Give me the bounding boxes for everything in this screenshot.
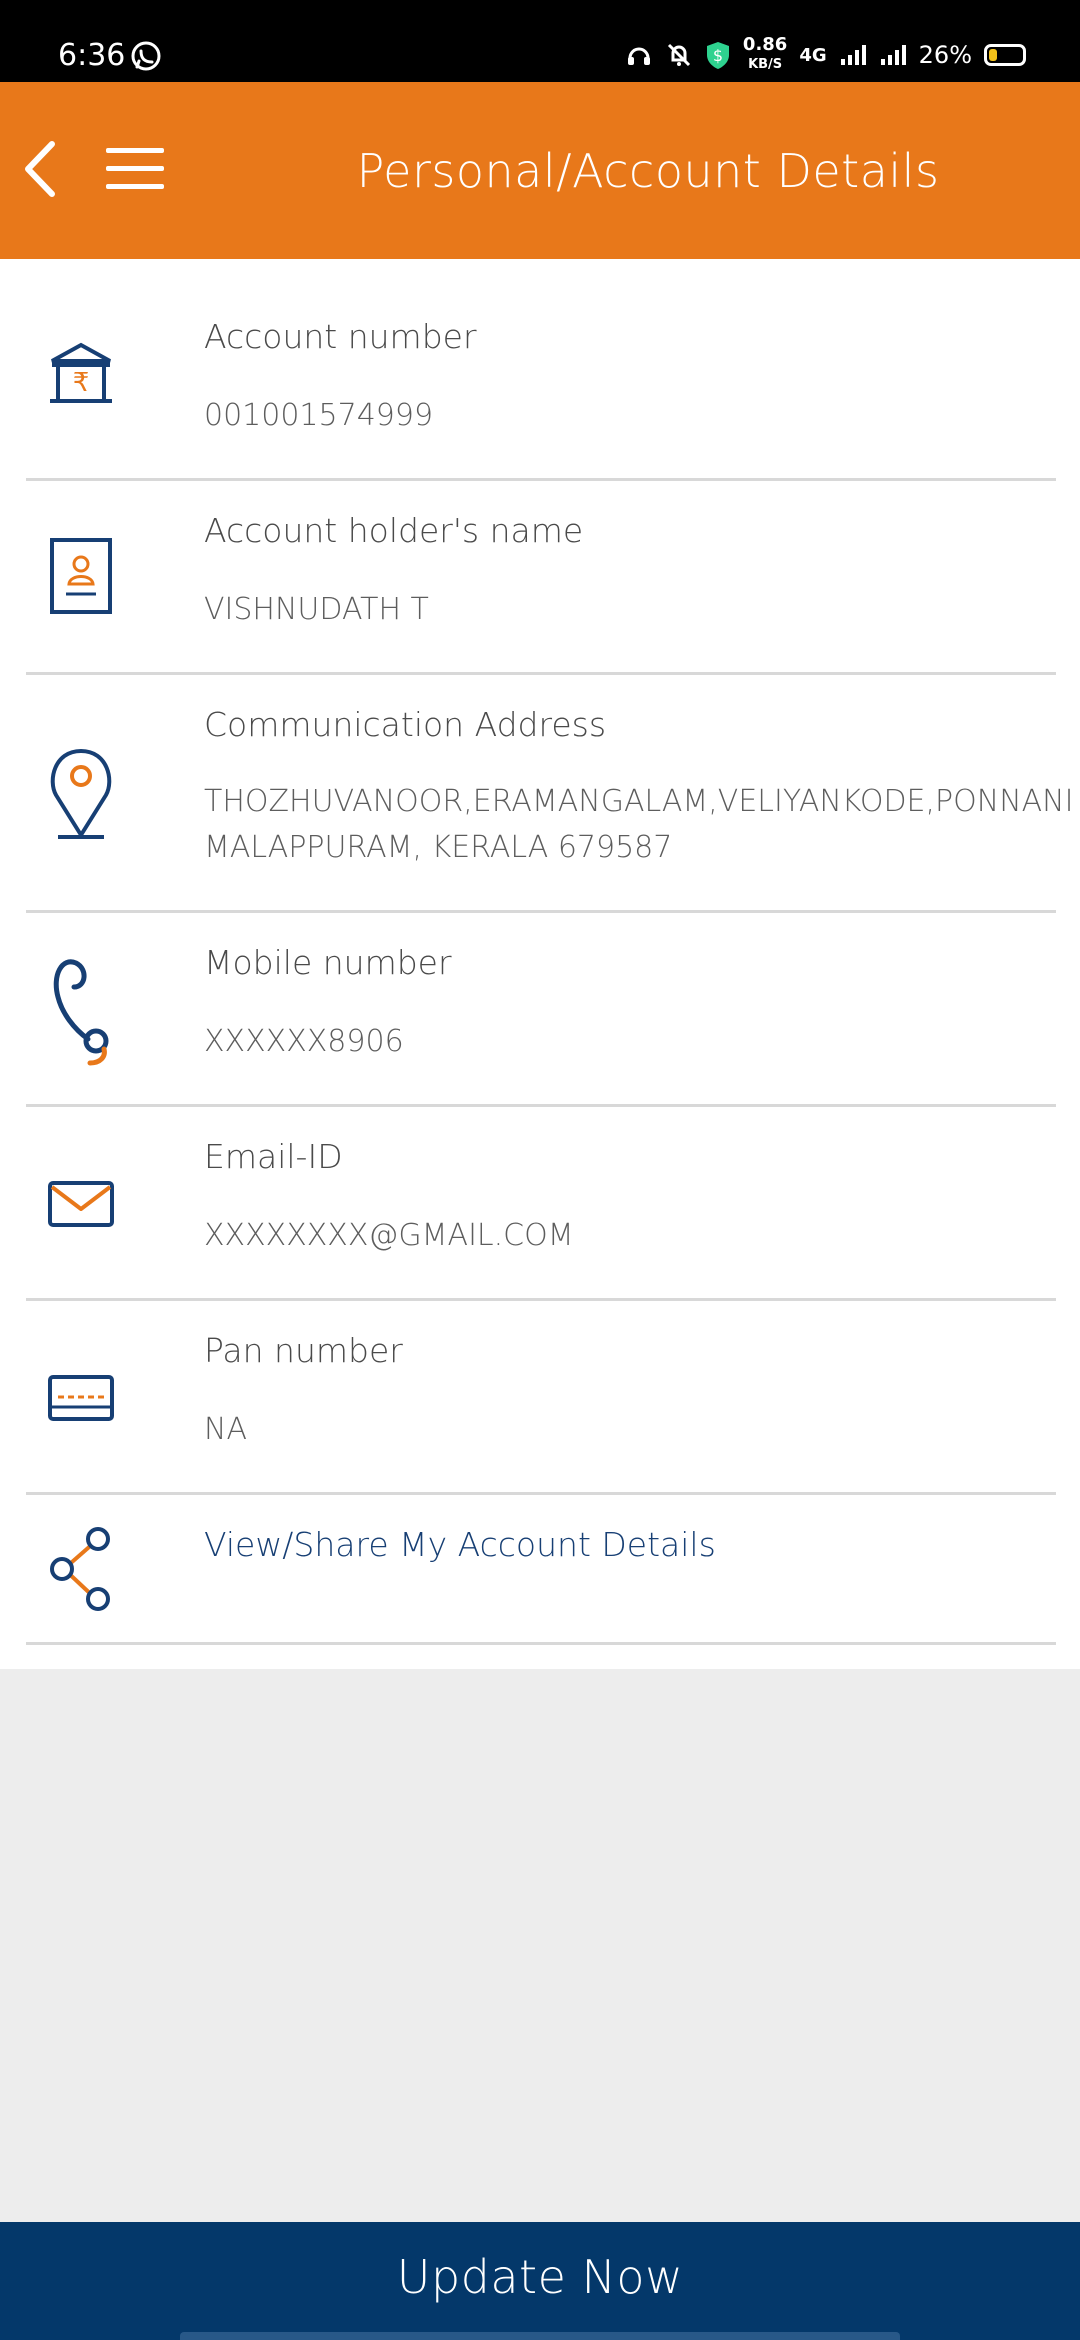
communication-address-row: Communication Address THOZHUVANOOR,ERAMA… bbox=[26, 675, 1073, 913]
location-pin-icon bbox=[50, 749, 112, 839]
communication-address-line1: THOZHUVANOOR,ERAMANGALAM,VELIYANKODE,PON… bbox=[204, 784, 1074, 819]
card-icon bbox=[48, 1375, 114, 1421]
mobile-number-label: Mobile number bbox=[204, 943, 452, 982]
chevron-left-icon bbox=[25, 141, 55, 197]
whatsapp-icon bbox=[131, 41, 161, 71]
email-value: XXXXXXXX@GMAIL.COM bbox=[204, 1218, 574, 1253]
battery-icon bbox=[984, 44, 1026, 66]
network-speed-value: 0.86 bbox=[742, 34, 788, 55]
network-speed: 0.86 KB/S bbox=[743, 36, 787, 74]
share-icon bbox=[50, 1527, 110, 1611]
notifications-muted-icon bbox=[665, 41, 693, 69]
hamburger-menu-icon bbox=[106, 148, 164, 189]
app-header: Personal/Account Details bbox=[0, 82, 1080, 259]
battery-fill bbox=[989, 49, 997, 61]
communication-address-line2: MALAPPURAM, KERALA 679587 bbox=[204, 830, 673, 865]
account-holder-row: Account holder's name VISHNUDATH T bbox=[26, 481, 1056, 675]
bank-rupee-icon: ₹ bbox=[50, 342, 112, 403]
mobile-number-row: Mobile number XXXXXX8906 bbox=[26, 913, 1056, 1107]
email-label: Email-ID bbox=[204, 1137, 343, 1176]
dollar-shield-icon: $ bbox=[705, 40, 731, 70]
account-details-list: ₹ Account number 001001574999 Account ho… bbox=[0, 259, 1080, 1669]
pan-number-row: Pan number NA bbox=[26, 1301, 1056, 1495]
svg-text:₹: ₹ bbox=[73, 368, 90, 398]
pan-number-value: NA bbox=[204, 1412, 247, 1447]
battery-percent: 26% bbox=[918, 41, 972, 69]
view-share-details-link[interactable]: View/Share My Account Details bbox=[204, 1525, 716, 1564]
email-row: Email-ID XXXXXXXX@GMAIL.COM bbox=[26, 1107, 1056, 1301]
mobile-number-value: XXXXXX8906 bbox=[204, 1024, 404, 1059]
headset-icon bbox=[625, 41, 653, 69]
list-bottom-spacer bbox=[0, 1645, 1080, 1669]
id-card-icon bbox=[50, 538, 112, 614]
pan-number-label: Pan number bbox=[204, 1331, 403, 1370]
signal-strength-icon bbox=[839, 43, 867, 67]
network-speed-unit: KB/S bbox=[748, 57, 783, 72]
status-time: 6:36 bbox=[58, 38, 126, 73]
account-number-label: Account number bbox=[204, 317, 477, 356]
communication-address-label: Communication Address bbox=[204, 705, 607, 744]
mail-envelope-icon bbox=[48, 1181, 114, 1227]
page-title: Personal/Account Details bbox=[356, 144, 940, 198]
status-bar: 6:36 $ 0.86 KB/S 4G 26% bbox=[0, 0, 1080, 82]
account-number-value: 001001574999 bbox=[204, 398, 434, 433]
svg-text:$: $ bbox=[713, 46, 723, 65]
account-holder-value: VISHNUDATH T bbox=[204, 592, 429, 627]
signal-strength-secondary-icon bbox=[879, 43, 907, 67]
account-number-row: ₹ Account number 001001574999 bbox=[26, 259, 1056, 481]
network-type: 4G bbox=[799, 44, 827, 66]
footer-bar: Update Now bbox=[0, 2222, 1080, 2340]
phone-icon bbox=[53, 959, 109, 1066]
menu-button[interactable] bbox=[106, 146, 164, 192]
status-indicators: $ 0.86 KB/S 4G 26% bbox=[625, 36, 1026, 74]
back-button[interactable] bbox=[18, 134, 66, 204]
account-holder-label: Account holder's name bbox=[204, 511, 584, 550]
update-now-button[interactable]: Update Now bbox=[0, 2250, 1080, 2304]
gesture-handle bbox=[180, 2332, 900, 2340]
share-details-row[interactable]: View/Share My Account Details bbox=[26, 1495, 1056, 1645]
